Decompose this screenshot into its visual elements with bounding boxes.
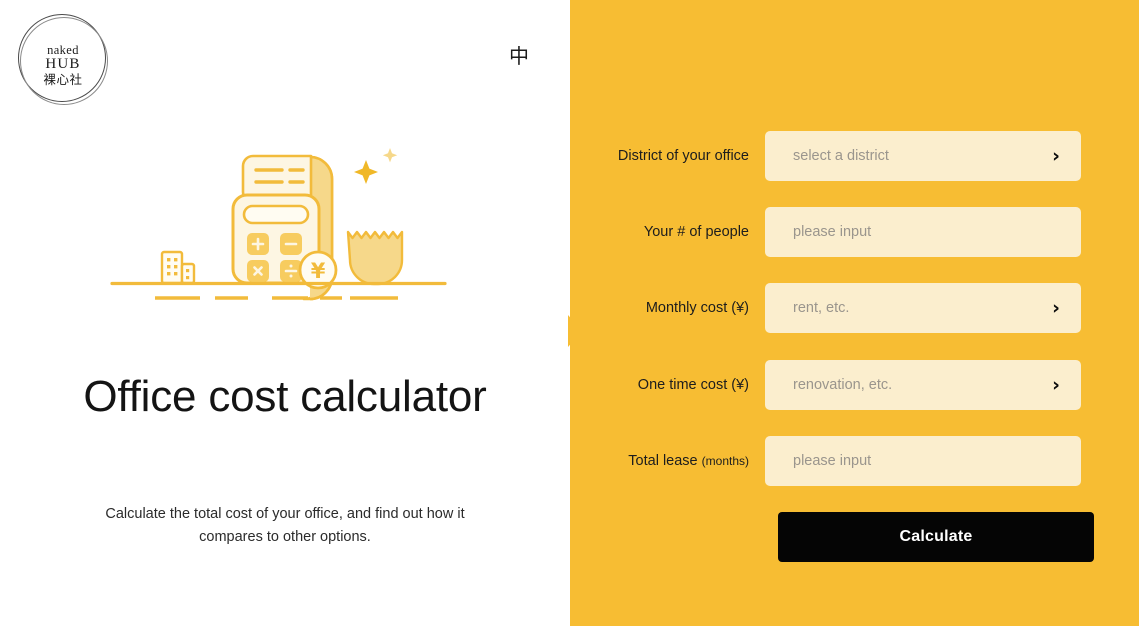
chevron-right-icon: › <box>1052 144 1060 167</box>
monthly-cost-placeholder: rent, etc. <box>793 300 850 316</box>
monthly-cost-field[interactable]: rent, etc. › <box>765 283 1081 333</box>
label-people-count-text: Your # of people <box>643 224 749 240</box>
district-field[interactable]: select a district › <box>765 131 1081 181</box>
svg-text:¥: ¥ <box>311 259 326 283</box>
panel-edge-arrow-icon <box>568 315 582 347</box>
people-count-field[interactable]: please input <box>765 207 1081 257</box>
logo-text: naked HUB 裸心社 <box>18 43 108 87</box>
label-one-time-cost: One time cost (¥) <box>570 377 765 393</box>
office-cost-calculator-page: naked HUB 裸心社 中 ¥ Office cost calculator… <box>0 0 1139 626</box>
calculator-form-panel: District of your office select a distric… <box>570 0 1139 626</box>
label-district-text: District of your office <box>617 148 749 164</box>
page-subtitle: Calculate the total cost of your office,… <box>105 506 465 546</box>
logo-line-hub: HUB <box>45 56 81 73</box>
label-district: District of your office <box>570 148 765 164</box>
left-content-panel: naked HUB 裸心社 中 ¥ Office cost calculator… <box>0 0 570 626</box>
label-monthly-cost-text: Monthly cost (¥) <box>645 300 749 316</box>
chevron-right-icon: › <box>1052 373 1060 396</box>
form-row-one-time-cost: One time cost (¥) renovation, etc. › <box>570 360 1139 410</box>
total-lease-placeholder: please input <box>793 453 872 469</box>
one-time-cost-placeholder: renovation, etc. <box>793 377 893 393</box>
form-row-district: District of your office select a distric… <box>570 131 1139 181</box>
naked-hub-logo[interactable]: naked HUB 裸心社 <box>18 14 108 106</box>
calculator-receipt-illustration: ¥ <box>100 140 470 320</box>
form-row-monthly-cost: Monthly cost (¥) rent, etc. › <box>570 283 1139 333</box>
chevron-right-icon: › <box>1052 296 1060 319</box>
form-row-total-lease: Total lease (months) please input <box>570 436 1139 486</box>
calculate-button[interactable]: Calculate <box>778 512 1094 562</box>
logo-line-chinese: 裸心社 <box>43 71 83 87</box>
label-total-lease-text: Total lease <box>628 453 702 469</box>
district-placeholder: select a district <box>793 148 889 164</box>
language-toggle-button[interactable]: 中 <box>509 46 529 66</box>
label-monthly-cost: Monthly cost (¥) <box>570 300 765 316</box>
label-total-lease: Total lease (months) <box>570 453 765 469</box>
form-row-people: Your # of people please input <box>570 207 1139 257</box>
one-time-cost-field[interactable]: renovation, etc. › <box>765 360 1081 410</box>
page-title: Office cost calculator <box>83 372 487 421</box>
label-people-count: Your # of people <box>570 224 765 240</box>
total-lease-field[interactable]: please input <box>765 436 1081 486</box>
label-one-time-cost-text: One time cost (¥) <box>637 377 749 393</box>
people-count-placeholder: please input <box>793 224 872 240</box>
label-total-lease-sub: (months) <box>701 454 749 468</box>
